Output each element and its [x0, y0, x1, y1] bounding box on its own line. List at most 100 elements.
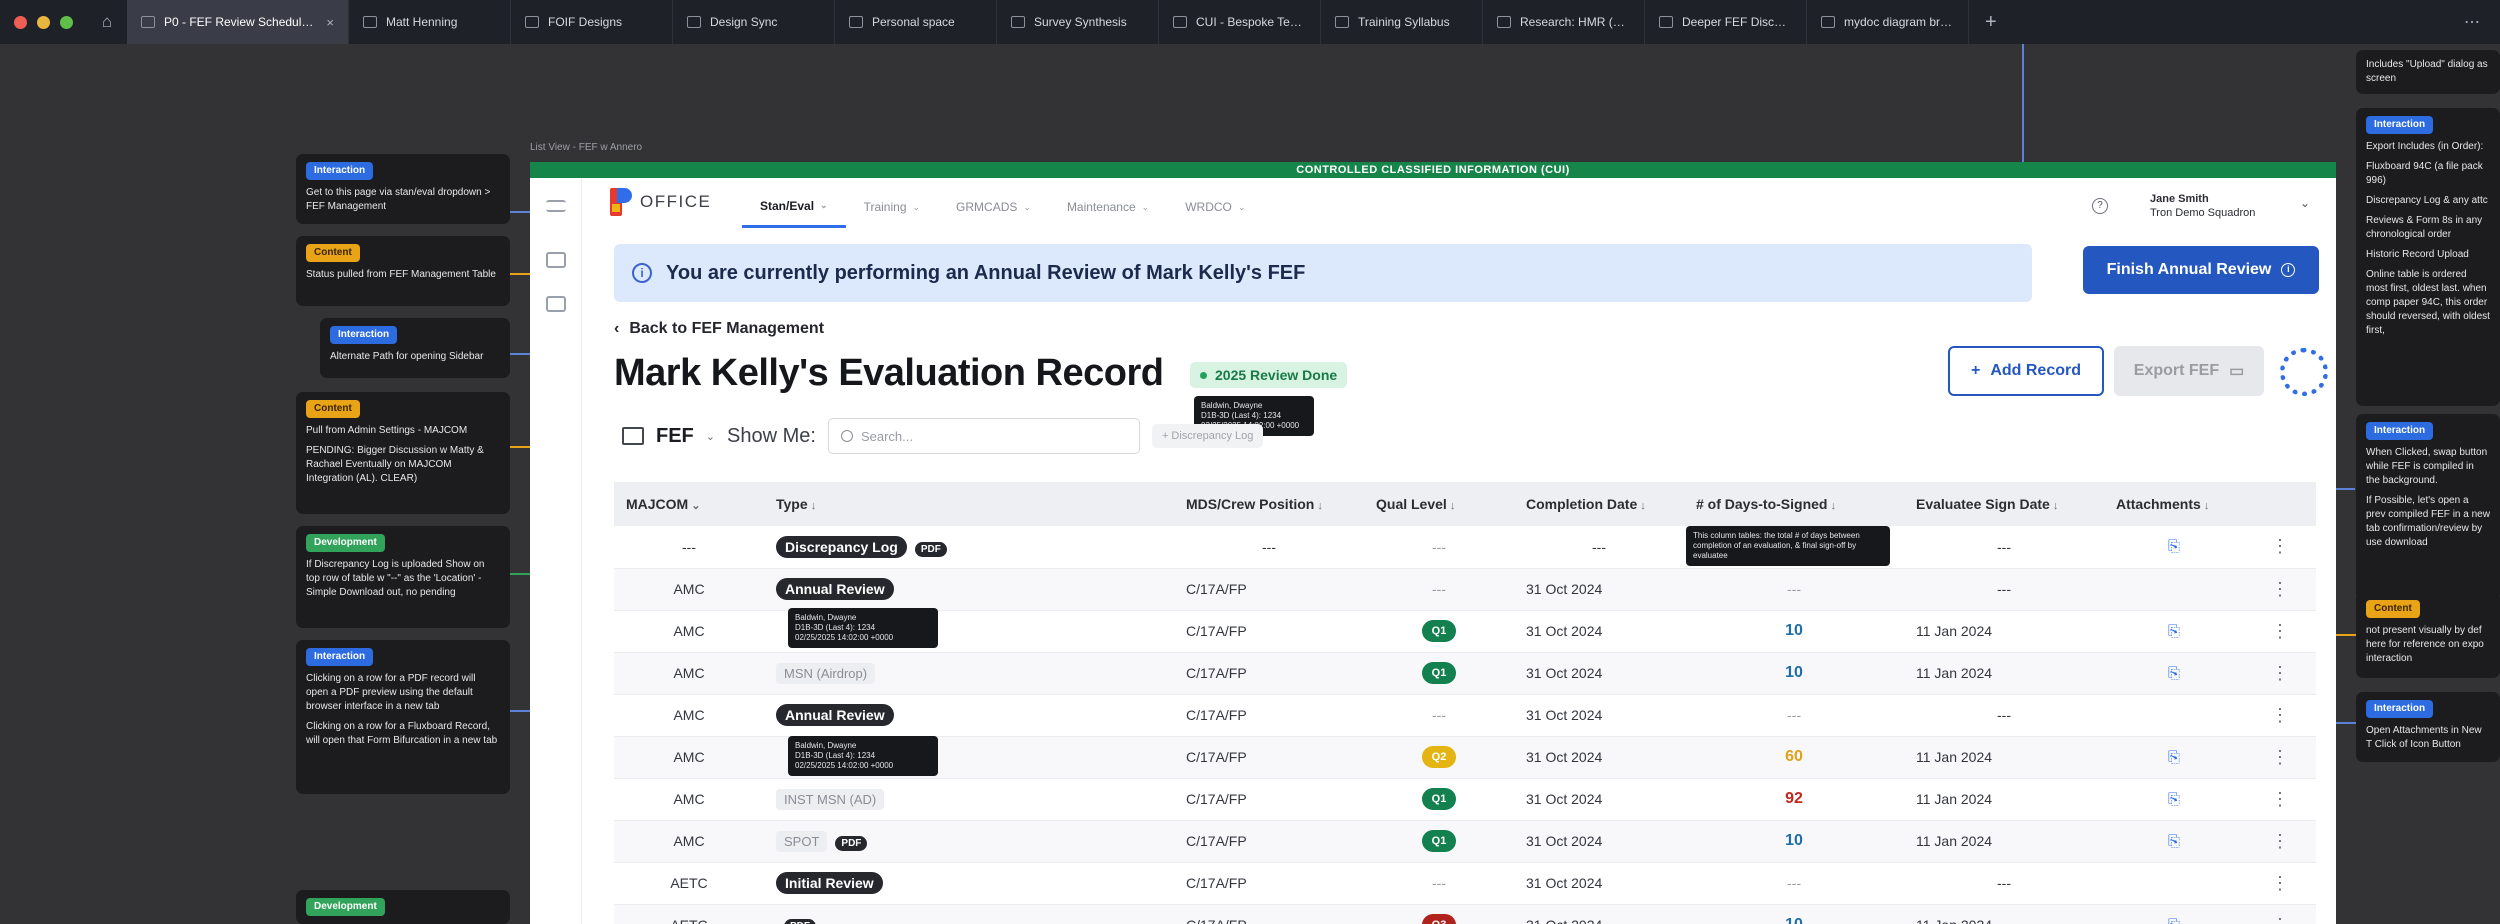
nav-tab[interactable]: Stan/Eval ⌄ — [742, 186, 846, 228]
annotation-tag: Interaction — [2366, 422, 2434, 440]
top-nav: OFFICE Stan/Eval ⌄ Training ⌄ GRMCADS ⌄ Mainte… — [530, 178, 2336, 234]
sort-arrow-icon[interactable]: ↓ — [808, 500, 817, 512]
user-menu[interactable]: Jane Smith Tron Demo Squadron — [2150, 192, 2255, 220]
sidebar-icon[interactable] — [546, 252, 566, 268]
filter-row: FEF ⌄ Show Me: Search... + Discrepancy L… — [622, 418, 1264, 454]
table-row[interactable]: AMC INST MSN (AD) C/17A/FP Q1 31 Oct 2024 92 1… — [614, 778, 2316, 821]
status-dot-icon — [1200, 371, 1207, 379]
tab-overflow-icon[interactable]: ⋯ — [2464, 12, 2500, 32]
close-icon[interactable]: × — [326, 15, 334, 30]
column-header-label: Qual Level — [1376, 496, 1447, 512]
attachment-icon[interactable]: ⎘ — [2168, 749, 2180, 766]
column-header[interactable]: Attachments ↓ — [2104, 482, 2244, 526]
type-cell: Annual Review — [764, 694, 1174, 737]
sort-arrow-icon[interactable]: ↓ — [2201, 500, 2210, 512]
home-icon[interactable]: ⌂ — [87, 12, 127, 32]
browser-tab[interactable]: Deeper FEF Discovery 02/2025 — [1645, 0, 1807, 44]
page-icon — [1335, 16, 1349, 28]
folder-icon: ▭ — [2229, 363, 2245, 380]
attachment-icon[interactable]: ⎘ — [2168, 791, 2180, 808]
browser-tab[interactable]: Research: HMR (Non-Mission Ready) — [1483, 0, 1645, 44]
export-fef-button[interactable]: Export FEF ▭ — [2114, 346, 2264, 396]
nav-tab[interactable]: WRDCO ⌄ — [1167, 186, 1263, 228]
new-tab-button[interactable]: + — [1969, 11, 2013, 34]
browser-tab-label: Personal space — [872, 15, 955, 29]
browser-tab[interactable]: Personal space — [835, 0, 997, 44]
add-record-button[interactable]: + Add Record — [1948, 346, 2104, 396]
more-options-icon[interactable]: ⋮ — [2271, 663, 2289, 683]
browser-tab[interactable]: Matt Henning — [349, 0, 511, 44]
nav-tab[interactable]: Training ⌄ — [846, 186, 938, 228]
annotation-tag: Interaction — [306, 648, 374, 666]
column-header[interactable]: MAJCOM ⌄ — [614, 482, 764, 526]
more-options-icon[interactable]: ⋮ — [2271, 579, 2289, 599]
more-options-icon[interactable]: ⋮ — [2271, 705, 2289, 725]
sort-arrow-icon[interactable]: ↓ — [2050, 500, 2059, 512]
qual-badge: Q1 — [1422, 620, 1456, 642]
attachment-icon[interactable]: ⎘ — [2168, 538, 2180, 555]
sort-arrow-icon[interactable]: ↓ — [1637, 500, 1646, 512]
browser-tab-label: mydoc diagram brainstorm — [1844, 15, 1954, 29]
attachment-icon[interactable]: ⎘ — [2168, 917, 2180, 924]
column-header[interactable]: Type ↓ — [764, 482, 1174, 526]
more-options-icon[interactable]: ⋮ — [2271, 873, 2289, 893]
chevron-down-icon[interactable]: ⌄ — [2300, 196, 2310, 210]
more-options-icon[interactable]: ⋮ — [2271, 915, 2289, 924]
browser-tab[interactable]: Training Syllabus — [1321, 0, 1483, 44]
browser-tab[interactable]: Survey Synthesis — [997, 0, 1159, 44]
type-cell: Discrepancy Log PDF — [764, 526, 1174, 569]
chevron-down-icon[interactable]: ⌄ — [688, 500, 700, 512]
browser-tab[interactable]: FOIF Designs — [511, 0, 673, 44]
tooltip-line: 02/25/2025 14:02:00 +0000 — [795, 633, 894, 642]
table-row[interactable]: ---Discrepancy LogPDF---------------⎘⋮ — [614, 526, 2316, 569]
type-cell: Initial Review — [764, 862, 1174, 905]
search-input[interactable]: Search... — [827, 418, 1140, 454]
column-header[interactable]: # of Days-to-Signed ↓ — [1684, 482, 1904, 526]
column-header[interactable]: MDS/Crew Position ↓ — [1174, 482, 1364, 526]
maximize-window-button[interactable] — [60, 15, 73, 29]
table-row[interactable]: AMC Annual Review C/17A/FP --- 31 Oct 2024 --… — [614, 694, 2316, 737]
nav-tab[interactable]: Maintenance ⌄ — [1049, 186, 1167, 228]
attachment-icon[interactable]: ⎘ — [2168, 623, 2180, 640]
column-header[interactable]: Completion Date ↓ — [1514, 482, 1684, 526]
app-logo[interactable]: OFFICE — [610, 188, 711, 216]
sort-arrow-icon[interactable]: ↓ — [1827, 500, 1837, 512]
column-header[interactable]: Qual Level ↓ — [1364, 482, 1514, 526]
sort-arrow-icon[interactable]: ↓ — [1314, 500, 1323, 512]
export-fef-label: Export FEF — [2133, 362, 2220, 379]
sort-arrow-icon[interactable]: ↓ — [1447, 500, 1456, 512]
nav-tab[interactable]: GRMCADS ⌄ — [938, 186, 1049, 228]
more-options-icon[interactable]: ⋮ — [2271, 789, 2289, 809]
row-actions-cell: ⋮ — [2244, 652, 2316, 695]
table-row[interactable]: AETC Initial Review C/17A/FP --- 31 Oct 2024… — [614, 862, 2316, 905]
status-badge[interactable]: 2025 Review Done — [1190, 362, 1348, 388]
more-options-icon[interactable]: ⋮ — [2271, 831, 2289, 851]
browser-tab[interactable]: CUI - Bespoke Testing Discovery Re — [1159, 0, 1321, 44]
grid-icon[interactable] — [546, 296, 566, 312]
attachment-icon[interactable]: ⎘ — [2168, 833, 2180, 850]
column-header[interactable]: Evaluatee Sign Date ↓ — [1904, 482, 2104, 526]
more-options-icon[interactable]: ⋮ — [2271, 747, 2289, 767]
browser-tab[interactable]: mydoc diagram brainstorm — [1807, 0, 1969, 44]
minimize-window-button[interactable] — [37, 15, 50, 29]
table-row[interactable]: AMC MSN (Airdrop) C/17A/FP Q1 31 Oct 2024 10 1… — [614, 652, 2316, 695]
attachment-icon[interactable]: ⎘ — [2168, 665, 2180, 682]
majcom-cell: AMC — [614, 736, 764, 779]
more-options-icon[interactable]: ⋮ — [2271, 536, 2289, 556]
discrepancy-log-button[interactable]: + Discrepancy Log — [1151, 424, 1264, 448]
browser-tab[interactable]: P0 - FEF Review Schedule Track × — [127, 0, 349, 44]
browser-tab[interactable]: Design Sync — [673, 0, 835, 44]
back-link[interactable]: ‹ Back to FEF Management — [614, 320, 824, 338]
help-icon[interactable]: ? — [2092, 198, 2108, 214]
table-row[interactable]: AMC Annual Review C/17A/FP --- 31 Oct 2024 --… — [614, 568, 2316, 611]
close-window-button[interactable] — [14, 15, 27, 29]
chevron-down-icon[interactable]: ⌄ — [706, 430, 715, 443]
type-cell: INST MSN (AD) — [764, 778, 1174, 821]
annotation-text: Online table is ordered most first, olde… — [2366, 269, 2490, 336]
finish-annual-review-button[interactable]: Finish Annual Review i — [2083, 246, 2319, 294]
browser-tab-label: P0 - FEF Review Schedule Track — [164, 15, 318, 29]
table-row[interactable]: AMC SPOT PDF C/17A/FP Q1 31 Oct 2024 10 11 Jan … — [614, 820, 2316, 863]
table-row[interactable]: AETC PDF C/17A/FP Q3 31 Oct 2024 10 11 Jan 202… — [614, 904, 2316, 924]
annotation-text: When Clicked, swap button while FEF is c… — [2366, 447, 2488, 486]
more-options-icon[interactable]: ⋮ — [2271, 621, 2289, 641]
